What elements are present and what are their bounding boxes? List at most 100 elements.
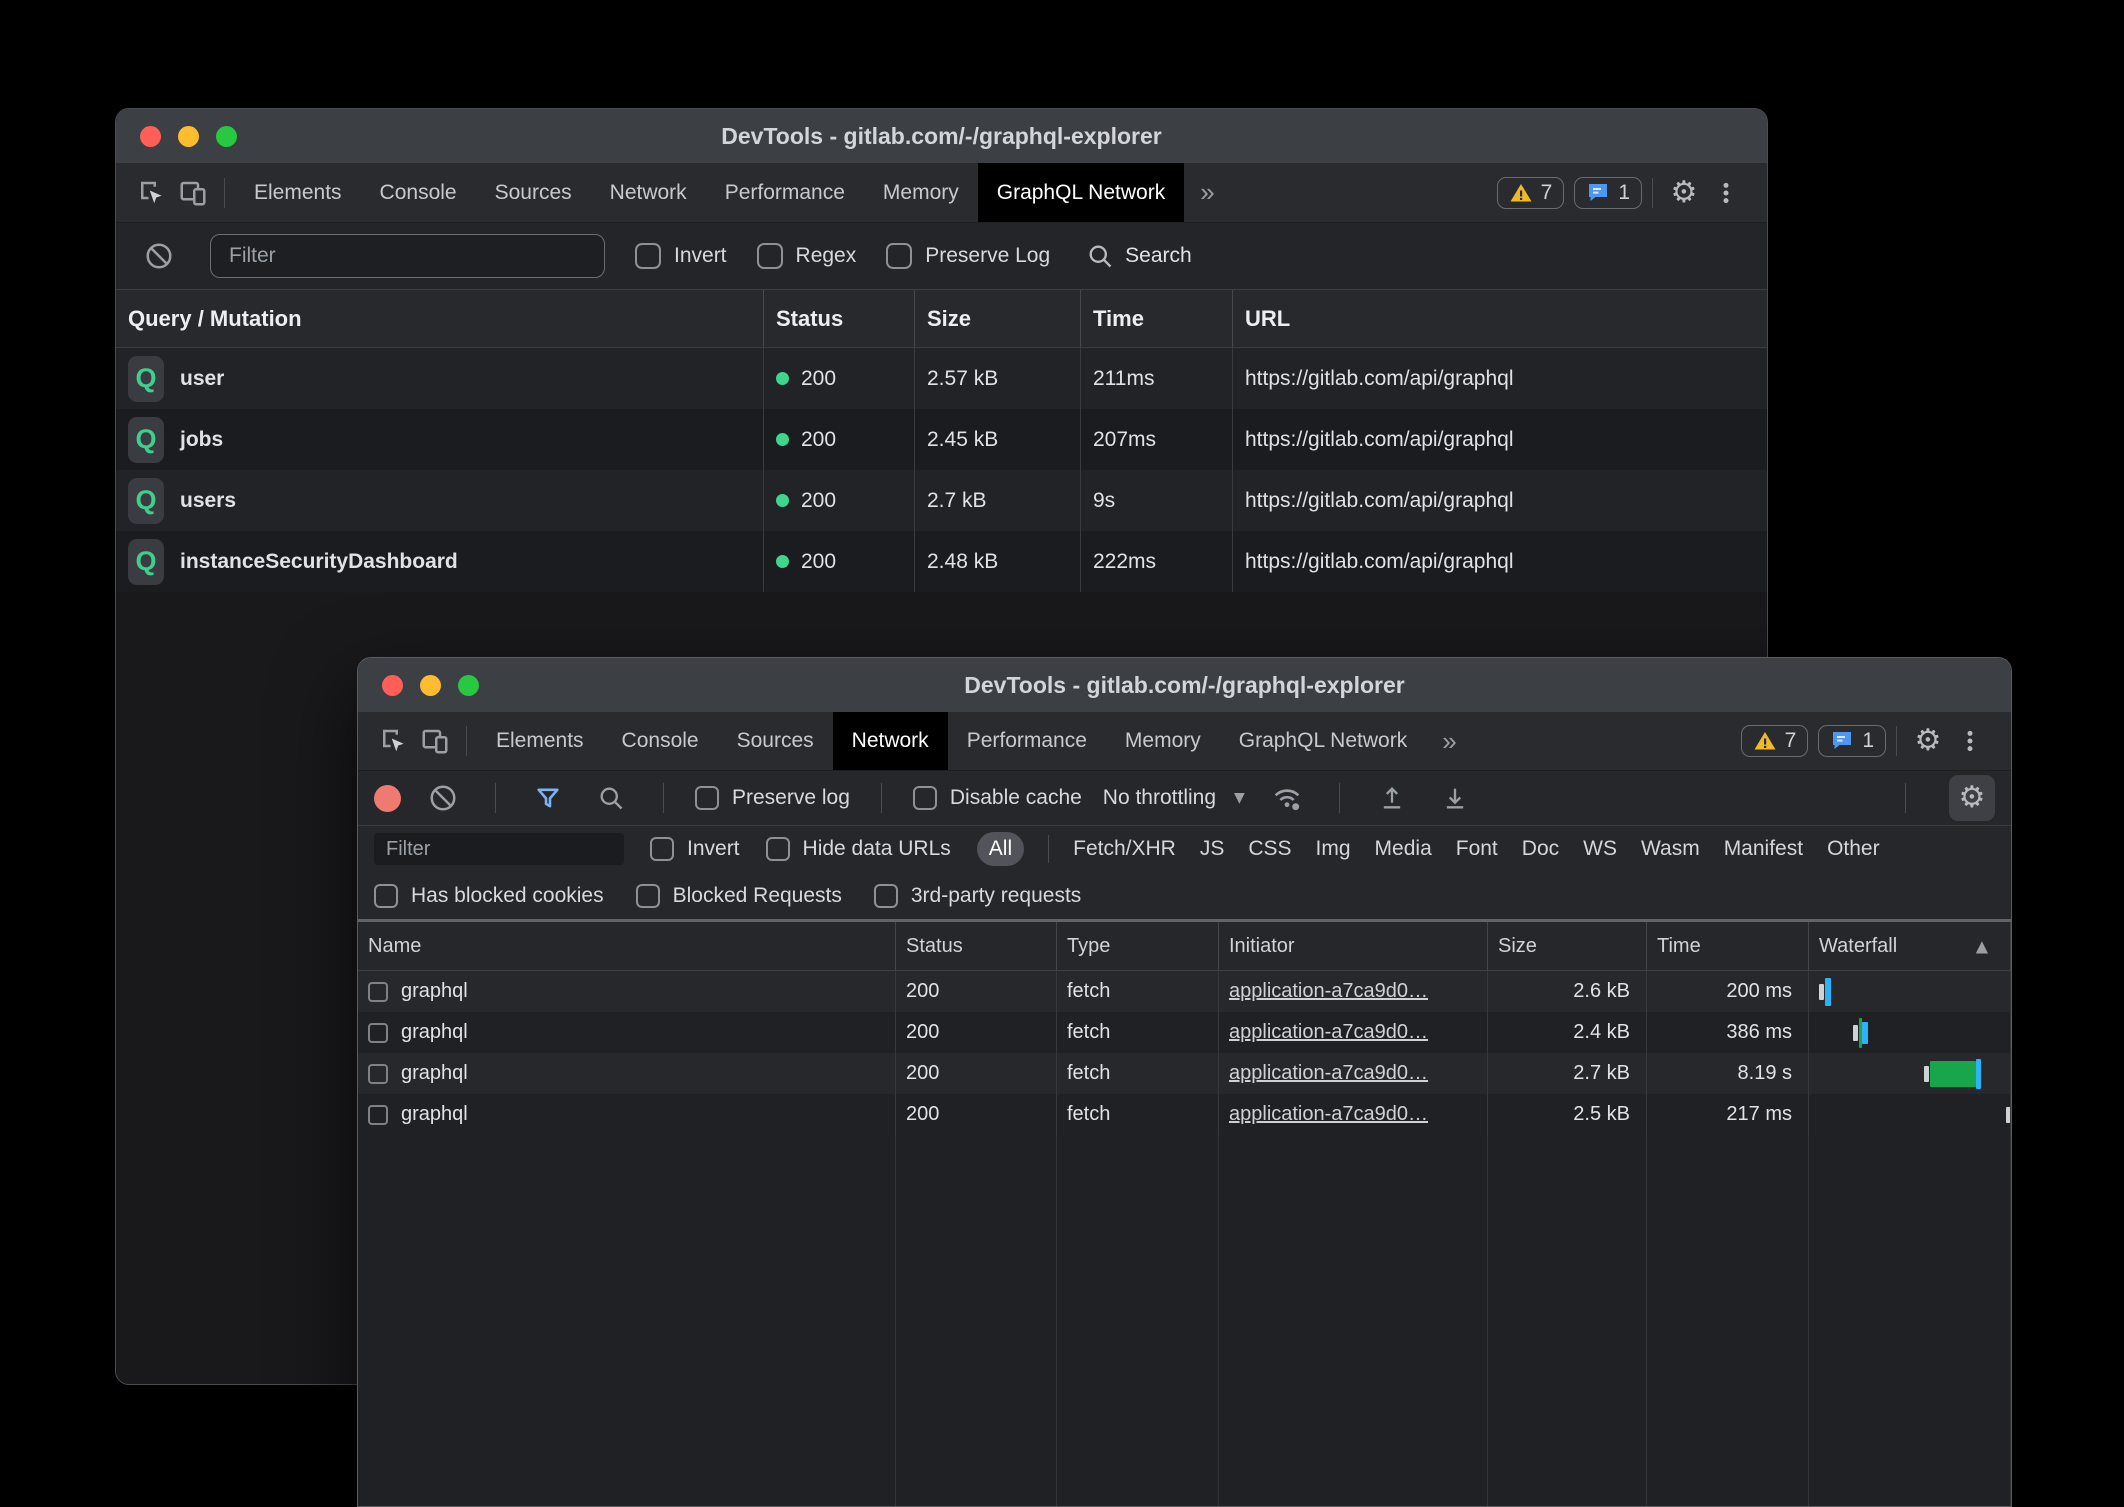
- minimize-button[interactable]: [178, 126, 199, 147]
- tab-elements[interactable]: Elements: [477, 712, 603, 770]
- table-row[interactable]: graphql 200 fetch application-a7ca9d0… 2…: [358, 971, 2011, 1012]
- type-filter-manifest[interactable]: Manifest: [1724, 837, 1803, 861]
- more-tabs-icon[interactable]: »: [1426, 726, 1472, 757]
- column-header-time[interactable]: Time: [1647, 922, 1809, 970]
- minimize-button[interactable]: [420, 675, 441, 696]
- column-header-url[interactable]: URL: [1233, 290, 1767, 347]
- more-tabs-icon[interactable]: »: [1184, 177, 1230, 208]
- column-header-size[interactable]: Size: [915, 290, 1081, 347]
- tab-network[interactable]: Network: [833, 712, 948, 770]
- column-header-time[interactable]: Time: [1081, 290, 1233, 347]
- type-filter-media[interactable]: Media: [1375, 837, 1432, 861]
- table-row[interactable]: QinstanceSecurityDashboard 200 2.48 kB 2…: [116, 531, 1767, 592]
- table-row[interactable]: Quser 200 2.57 kB 211ms https://gitlab.c…: [116, 348, 1767, 409]
- close-button[interactable]: [140, 126, 161, 147]
- tab-network[interactable]: Network: [591, 163, 706, 222]
- table-row[interactable]: Qusers 200 2.7 kB 9s https://gitlab.com/…: [116, 470, 1767, 531]
- tab-sources[interactable]: Sources: [476, 163, 591, 222]
- tab-sources[interactable]: Sources: [718, 712, 833, 770]
- checkbox-box[interactable]: [650, 837, 674, 861]
- checkbox-box[interactable]: [766, 837, 790, 861]
- disable-cache-checkbox[interactable]: Disable cache: [913, 786, 1082, 810]
- initiator-link[interactable]: application-a7ca9d0…: [1229, 1062, 1428, 1085]
- device-toolbar-icon[interactable]: [172, 172, 214, 214]
- checkbox-box[interactable]: [374, 884, 398, 908]
- search-control[interactable]: Search: [1086, 242, 1192, 270]
- type-filter-all[interactable]: All: [977, 832, 1024, 866]
- row-checkbox[interactable]: [368, 1064, 388, 1084]
- type-filter-fetch-xhr[interactable]: Fetch/XHR: [1073, 837, 1176, 861]
- column-header-initiator[interactable]: Initiator: [1219, 922, 1488, 970]
- kebab-menu-icon[interactable]: [1949, 720, 1991, 762]
- checkbox-box[interactable]: [757, 243, 783, 269]
- tab-console[interactable]: Console: [603, 712, 718, 770]
- table-row[interactable]: Qjobs 200 2.45 kB 207ms https://gitlab.c…: [116, 409, 1767, 470]
- column-header-type[interactable]: Type: [1057, 922, 1219, 970]
- network-settings-button[interactable]: ⚙: [1949, 775, 1995, 821]
- tab-console[interactable]: Console: [361, 163, 476, 222]
- row-checkbox[interactable]: [368, 982, 388, 1002]
- preserve-log-checkbox[interactable]: Preserve Log: [886, 243, 1050, 269]
- type-filter-font[interactable]: Font: [1456, 837, 1498, 861]
- checkbox-box[interactable]: [913, 786, 937, 810]
- tab-graphql-network[interactable]: GraphQL Network: [978, 163, 1184, 222]
- third-party-requests-checkbox[interactable]: 3rd-party requests: [874, 884, 1081, 908]
- settings-gear-icon[interactable]: ⚙: [1907, 720, 1949, 762]
- table-row[interactable]: graphql 200 fetch application-a7ca9d0… 2…: [358, 1094, 2011, 1135]
- table-row[interactable]: graphql 200 fetch application-a7ca9d0… 2…: [358, 1053, 2011, 1094]
- has-blocked-cookies-checkbox[interactable]: Has blocked cookies: [374, 884, 604, 908]
- column-header-name[interactable]: Name: [358, 922, 896, 970]
- tab-memory[interactable]: Memory: [1106, 712, 1220, 770]
- type-filter-other[interactable]: Other: [1827, 837, 1880, 861]
- inspect-element-icon[interactable]: [130, 172, 172, 214]
- type-filter-ws[interactable]: WS: [1583, 837, 1617, 861]
- invert-checkbox[interactable]: Invert: [635, 243, 727, 269]
- regex-checkbox[interactable]: Regex: [757, 243, 857, 269]
- clear-icon[interactable]: [138, 235, 180, 277]
- row-checkbox[interactable]: [368, 1105, 388, 1125]
- title-bar[interactable]: DevTools - gitlab.com/-/graphql-explorer: [358, 658, 2011, 712]
- type-filter-js[interactable]: JS: [1200, 837, 1225, 861]
- kebab-menu-icon[interactable]: [1705, 172, 1747, 214]
- issues-badge[interactable]: 1: [1818, 725, 1886, 757]
- tab-performance[interactable]: Performance: [706, 163, 864, 222]
- title-bar[interactable]: DevTools - gitlab.com/-/graphql-explorer: [116, 109, 1767, 163]
- tab-performance[interactable]: Performance: [948, 712, 1106, 770]
- initiator-link[interactable]: application-a7ca9d0…: [1229, 980, 1428, 1003]
- column-header-status[interactable]: Status: [896, 922, 1057, 970]
- column-header-size[interactable]: Size: [1488, 922, 1647, 970]
- type-filter-doc[interactable]: Doc: [1522, 837, 1559, 861]
- settings-gear-icon[interactable]: ⚙: [1663, 172, 1705, 214]
- warnings-badge[interactable]: 7: [1741, 725, 1809, 757]
- clear-icon[interactable]: [422, 777, 464, 819]
- filter-funnel-icon[interactable]: [527, 777, 569, 819]
- column-header-query-mutation[interactable]: Query / Mutation: [116, 290, 764, 347]
- filter-input[interactable]: [210, 234, 605, 278]
- zoom-button[interactable]: [216, 126, 237, 147]
- row-checkbox[interactable]: [368, 1023, 388, 1043]
- type-filter-css[interactable]: CSS: [1248, 837, 1291, 861]
- warnings-badge[interactable]: 7: [1497, 177, 1565, 209]
- checkbox-box[interactable]: [874, 884, 898, 908]
- network-conditions-icon[interactable]: [1266, 777, 1308, 819]
- tab-graphql-network[interactable]: GraphQL Network: [1220, 712, 1426, 770]
- column-header-status[interactable]: Status: [764, 290, 915, 347]
- preserve-log-checkbox[interactable]: Preserve log: [695, 786, 850, 810]
- throttling-dropdown[interactable]: No throttling ▼: [1103, 786, 1245, 810]
- invert-checkbox[interactable]: Invert: [650, 837, 740, 861]
- export-har-icon[interactable]: [1434, 777, 1476, 819]
- checkbox-box[interactable]: [636, 884, 660, 908]
- device-toolbar-icon[interactable]: [414, 720, 456, 762]
- initiator-link[interactable]: application-a7ca9d0…: [1229, 1103, 1428, 1126]
- checkbox-box[interactable]: [635, 243, 661, 269]
- zoom-button[interactable]: [458, 675, 479, 696]
- filter-input[interactable]: [374, 833, 624, 865]
- tab-elements[interactable]: Elements: [235, 163, 361, 222]
- blocked-requests-checkbox[interactable]: Blocked Requests: [636, 884, 842, 908]
- type-filter-img[interactable]: Img: [1316, 837, 1351, 861]
- record-button[interactable]: [374, 785, 401, 812]
- inspect-element-icon[interactable]: [372, 720, 414, 762]
- close-button[interactable]: [382, 675, 403, 696]
- search-icon[interactable]: [590, 777, 632, 819]
- initiator-link[interactable]: application-a7ca9d0…: [1229, 1021, 1428, 1044]
